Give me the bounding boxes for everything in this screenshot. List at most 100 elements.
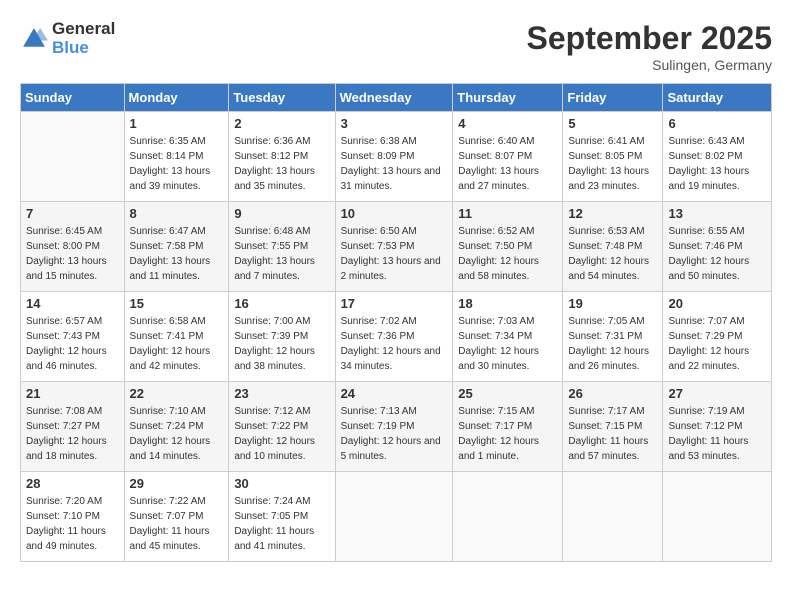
day-number: 4 <box>458 116 557 131</box>
calendar-cell: 26 Sunrise: 7:17 AMSunset: 7:15 PMDayligh… <box>563 382 663 472</box>
logo-icon <box>20 25 48 53</box>
calendar-cell: 4 Sunrise: 6:40 AMSunset: 8:07 PMDaylight… <box>453 112 563 202</box>
calendar-cell: 12 Sunrise: 6:53 AMSunset: 7:48 PMDayligh… <box>563 202 663 292</box>
logo-blue: Blue <box>52 39 115 58</box>
day-info: Sunrise: 7:03 AMSunset: 7:34 PMDaylight:… <box>458 314 557 374</box>
day-number: 6 <box>668 116 766 131</box>
month-title: September 2025 <box>527 20 772 57</box>
day-info: Sunrise: 7:17 AMSunset: 7:15 PMDaylight:… <box>568 404 657 464</box>
day-info: Sunrise: 6:45 AMSunset: 8:00 PMDaylight:… <box>26 224 119 284</box>
day-info: Sunrise: 6:55 AMSunset: 7:46 PMDaylight:… <box>668 224 766 284</box>
day-info: Sunrise: 6:53 AMSunset: 7:48 PMDaylight:… <box>568 224 657 284</box>
day-info: Sunrise: 7:07 AMSunset: 7:29 PMDaylight:… <box>668 314 766 374</box>
day-info: Sunrise: 7:15 AMSunset: 7:17 PMDaylight:… <box>458 404 557 464</box>
day-number: 18 <box>458 296 557 311</box>
day-number: 2 <box>234 116 329 131</box>
day-number: 16 <box>234 296 329 311</box>
day-info: Sunrise: 6:40 AMSunset: 8:07 PMDaylight:… <box>458 134 557 194</box>
day-number: 13 <box>668 206 766 221</box>
calendar-cell <box>663 472 772 562</box>
day-info: Sunrise: 6:38 AMSunset: 8:09 PMDaylight:… <box>341 134 448 194</box>
title-block: September 2025 Sulingen, Germany <box>527 20 772 73</box>
day-number: 12 <box>568 206 657 221</box>
logo-general: General <box>52 20 115 39</box>
calendar-cell: 11 Sunrise: 6:52 AMSunset: 7:50 PMDayligh… <box>453 202 563 292</box>
calendar-cell: 10Sunrise: 6:50 AMSunset: 7:53 PMDayligh… <box>335 202 453 292</box>
day-info: Sunrise: 6:48 AMSunset: 7:55 PMDaylight:… <box>234 224 329 284</box>
week-row-1: 7 Sunrise: 6:45 AMSunset: 8:00 PMDaylight… <box>21 202 772 292</box>
calendar-cell: 8 Sunrise: 6:47 AMSunset: 7:58 PMDaylight… <box>124 202 229 292</box>
header-thursday: Thursday <box>453 84 563 112</box>
day-number: 3 <box>341 116 448 131</box>
day-info: Sunrise: 7:10 AMSunset: 7:24 PMDaylight:… <box>130 404 224 464</box>
calendar-cell: 24 Sunrise: 7:13 AMSunset: 7:19 PMDayligh… <box>335 382 453 472</box>
day-info: Sunrise: 7:24 AMSunset: 7:05 PMDaylight:… <box>234 494 329 554</box>
day-number: 19 <box>568 296 657 311</box>
week-row-0: 1 Sunrise: 6:35 AMSunset: 8:14 PMDaylight… <box>21 112 772 202</box>
day-number: 7 <box>26 206 119 221</box>
day-number: 27 <box>668 386 766 401</box>
day-number: 1 <box>130 116 224 131</box>
calendar-cell: 9 Sunrise: 6:48 AMSunset: 7:55 PMDaylight… <box>229 202 335 292</box>
day-number: 15 <box>130 296 224 311</box>
calendar-cell <box>335 472 453 562</box>
calendar-table: SundayMondayTuesdayWednesdayThursdayFrid… <box>20 83 772 562</box>
day-number: 30 <box>234 476 329 491</box>
day-number: 21 <box>26 386 119 401</box>
day-info: Sunrise: 7:08 AMSunset: 7:27 PMDaylight:… <box>26 404 119 464</box>
calendar-cell: 7 Sunrise: 6:45 AMSunset: 8:00 PMDaylight… <box>21 202 125 292</box>
header-saturday: Saturday <box>663 84 772 112</box>
calendar-cell: 13 Sunrise: 6:55 AMSunset: 7:46 PMDayligh… <box>663 202 772 292</box>
day-number: 9 <box>234 206 329 221</box>
day-info: Sunrise: 6:57 AMSunset: 7:43 PMDaylight:… <box>26 314 119 374</box>
day-info: Sunrise: 7:12 AMSunset: 7:22 PMDaylight:… <box>234 404 329 464</box>
day-info: Sunrise: 7:22 AMSunset: 7:07 PMDaylight:… <box>130 494 224 554</box>
day-number: 20 <box>668 296 766 311</box>
day-number: 22 <box>130 386 224 401</box>
calendar-cell: 23Sunrise: 7:12 AMSunset: 7:22 PMDayligh… <box>229 382 335 472</box>
day-info: Sunrise: 7:19 AMSunset: 7:12 PMDaylight:… <box>668 404 766 464</box>
calendar-cell <box>453 472 563 562</box>
day-info: Sunrise: 6:47 AMSunset: 7:58 PMDaylight:… <box>130 224 224 284</box>
day-number: 25 <box>458 386 557 401</box>
logo-text: General Blue <box>52 20 115 57</box>
day-number: 11 <box>458 206 557 221</box>
day-number: 5 <box>568 116 657 131</box>
calendar-cell: 28 Sunrise: 7:20 AMSunset: 7:10 PMDayligh… <box>21 472 125 562</box>
day-info: Sunrise: 6:58 AMSunset: 7:41 PMDaylight:… <box>130 314 224 374</box>
calendar-cell: 14 Sunrise: 6:57 AMSunset: 7:43 PMDayligh… <box>21 292 125 382</box>
day-number: 29 <box>130 476 224 491</box>
location-subtitle: Sulingen, Germany <box>527 57 772 73</box>
calendar-cell: 1 Sunrise: 6:35 AMSunset: 8:14 PMDaylight… <box>124 112 229 202</box>
calendar-cell <box>563 472 663 562</box>
calendar-cell: 17Sunrise: 7:02 AMSunset: 7:36 PMDayligh… <box>335 292 453 382</box>
day-info: Sunrise: 7:20 AMSunset: 7:10 PMDaylight:… <box>26 494 119 554</box>
day-number: 14 <box>26 296 119 311</box>
day-number: 10 <box>341 206 448 221</box>
day-info: Sunrise: 6:52 AMSunset: 7:50 PMDaylight:… <box>458 224 557 284</box>
day-info: Sunrise: 6:43 AMSunset: 8:02 PMDaylight:… <box>668 134 766 194</box>
header-monday: Monday <box>124 84 229 112</box>
calendar-cell: 21 Sunrise: 7:08 AMSunset: 7:27 PMDayligh… <box>21 382 125 472</box>
week-row-2: 14 Sunrise: 6:57 AMSunset: 7:43 PMDayligh… <box>21 292 772 382</box>
week-row-4: 28 Sunrise: 7:20 AMSunset: 7:10 PMDayligh… <box>21 472 772 562</box>
calendar-cell <box>21 112 125 202</box>
day-info: Sunrise: 6:35 AMSunset: 8:14 PMDaylight:… <box>130 134 224 194</box>
header-wednesday: Wednesday <box>335 84 453 112</box>
calendar-cell: 25 Sunrise: 7:15 AMSunset: 7:17 PMDayligh… <box>453 382 563 472</box>
logo: General Blue <box>20 20 115 57</box>
calendar-cell: 20 Sunrise: 7:07 AMSunset: 7:29 PMDayligh… <box>663 292 772 382</box>
header-sunday: Sunday <box>21 84 125 112</box>
calendar-cell: 6 Sunrise: 6:43 AMSunset: 8:02 PMDaylight… <box>663 112 772 202</box>
day-number: 26 <box>568 386 657 401</box>
day-number: 28 <box>26 476 119 491</box>
day-number: 8 <box>130 206 224 221</box>
header-friday: Friday <box>563 84 663 112</box>
day-info: Sunrise: 7:13 AMSunset: 7:19 PMDaylight:… <box>341 404 448 464</box>
day-info: Sunrise: 6:41 AMSunset: 8:05 PMDaylight:… <box>568 134 657 194</box>
calendar-cell: 22 Sunrise: 7:10 AMSunset: 7:24 PMDayligh… <box>124 382 229 472</box>
page-header: General Blue September 2025 Sulingen, Ge… <box>20 20 772 73</box>
day-number: 24 <box>341 386 448 401</box>
calendar-cell: 27 Sunrise: 7:19 AMSunset: 7:12 PMDayligh… <box>663 382 772 472</box>
week-row-3: 21 Sunrise: 7:08 AMSunset: 7:27 PMDayligh… <box>21 382 772 472</box>
